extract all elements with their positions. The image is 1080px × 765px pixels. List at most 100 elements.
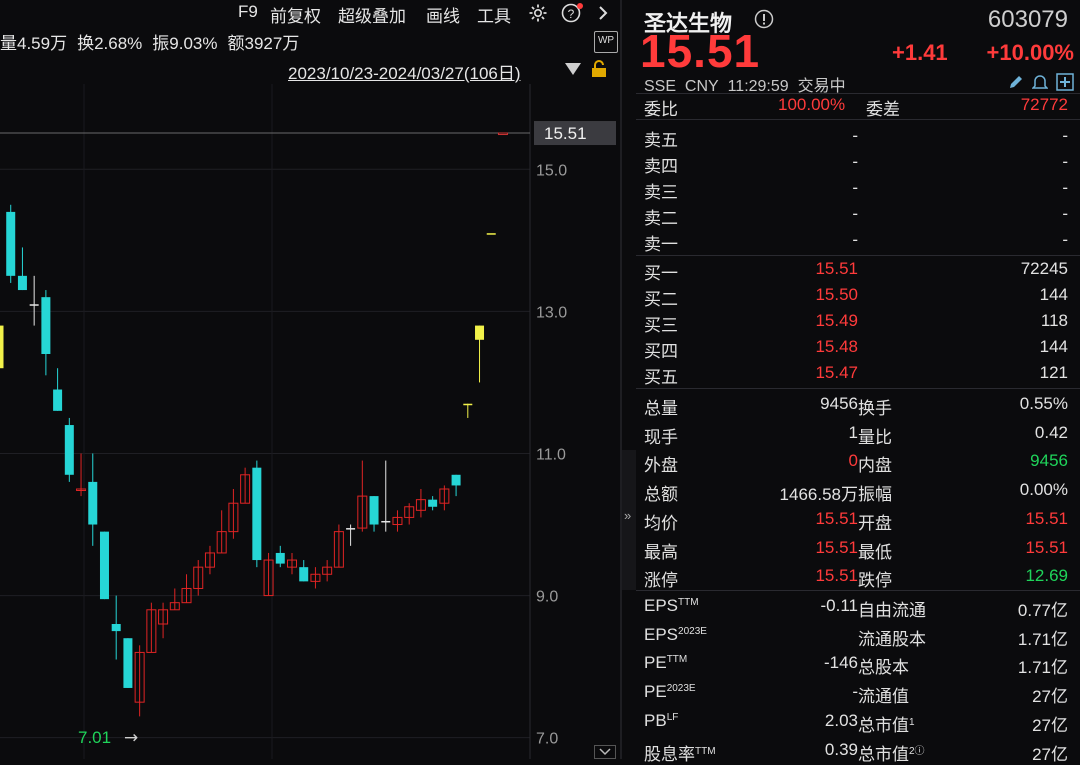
book-price: 15.49 — [815, 311, 858, 330]
overlay-button[interactable]: 超级叠加 — [338, 2, 406, 27]
ask-row[interactable]: 卖三 - - — [644, 174, 1068, 202]
stat-value: 1466.58万 — [779, 485, 858, 505]
fin-value: 27亿 — [1032, 715, 1068, 735]
chart-toolbar: F9 前复权 超级叠加 画线 工具 ? — [0, 0, 620, 26]
book-price: 15.48 — [815, 337, 858, 356]
fin-label: EPSTTM — [644, 596, 699, 615]
stat-label: 涨停 — [644, 571, 678, 591]
book-volume: 72245 — [1020, 259, 1068, 278]
stat-value: 0.42 — [1034, 422, 1068, 442]
candle-body — [475, 325, 485, 340]
candle-body — [6, 211, 16, 276]
fin-label: 总股本 — [858, 658, 909, 678]
stat-row: 最高 15.51 最低 15.51 — [644, 534, 1068, 562]
ask-row[interactable]: 卖一 - - — [644, 226, 1068, 254]
stat-value: 9456 — [820, 394, 858, 413]
stat-value: 12.69 — [1025, 566, 1068, 586]
candle-body — [463, 403, 473, 406]
book-volume: - — [1062, 126, 1068, 145]
stat-value: 15.51 — [815, 508, 858, 528]
stat-value: 1 — [848, 422, 858, 442]
ask-row[interactable]: 卖四 - - — [644, 148, 1068, 176]
stat-label: 最低 — [858, 542, 892, 562]
fin-label: PE2023E — [644, 682, 696, 702]
f9-button[interactable]: F9 — [238, 2, 258, 22]
stat-label: 跌停 — [858, 571, 892, 591]
candle-body — [346, 528, 356, 530]
chart-stats: 量4.59万 换2.68% 振9.03% 额3927万 — [0, 29, 309, 53]
candlestick-chart[interactable]: 15.0 13.0 11.0 9.0 7.0 15.51 7.01 → — [0, 84, 620, 759]
order-diff-label: 委差 — [866, 100, 900, 119]
candle-body — [381, 520, 391, 523]
gear-icon[interactable] — [528, 3, 548, 23]
bid-row[interactable]: 买二 15.50 144 — [644, 281, 1068, 309]
double-chevron-icon: » — [624, 508, 632, 523]
book-price: - — [852, 126, 858, 145]
fin-value: -146 — [823, 653, 858, 673]
dropdown-triangle-icon[interactable] — [564, 62, 582, 76]
chevron-right-icon[interactable] — [596, 4, 610, 22]
help-icon[interactable]: ? — [561, 2, 585, 24]
book-volume: - — [1062, 152, 1068, 171]
book-volume: 144 — [1039, 337, 1068, 356]
tools-button[interactable]: 工具 — [477, 2, 511, 27]
candle-body — [451, 474, 461, 486]
bid-row[interactable]: 买三 15.49 118 — [644, 307, 1068, 335]
y-tick-label: 13.0 — [536, 304, 567, 321]
panel-divider[interactable] — [620, 0, 622, 759]
kline-chart-panel[interactable]: F9 前复权 超级叠加 画线 工具 ? 量4.59万 换2.68% 振9.03% 额3… — [0, 0, 620, 759]
stat-turnover: 换2.68% — [77, 34, 143, 53]
candle-body — [64, 425, 74, 475]
candle-body — [88, 481, 98, 525]
candle-body — [428, 499, 438, 507]
fin-value: 0.77亿 — [1017, 601, 1068, 620]
stat-value: 0.00% — [1019, 480, 1068, 500]
candle-body — [275, 552, 285, 564]
stat-label: 总额 — [644, 485, 678, 505]
book-price: - — [852, 152, 858, 171]
fin-value: 0.39 — [824, 739, 858, 759]
draw-button[interactable]: 画线 — [426, 2, 460, 27]
bid-row[interactable]: 买五 15.47 121 — [644, 359, 1068, 387]
fin-label: 自由流通 — [858, 601, 926, 620]
stat-row: 总量 9456 换手 0.55% — [644, 390, 1068, 418]
bid-row[interactable]: 买四 15.48 144 — [644, 333, 1068, 361]
candle-body — [369, 496, 379, 525]
candle-body — [29, 304, 39, 306]
stat-label: 总量 — [644, 399, 678, 418]
stat-label: 内盘 — [858, 456, 892, 476]
stat-value: 15.51 — [815, 537, 858, 557]
bid-row[interactable]: 买一 15.51 72245 — [644, 255, 1068, 283]
svg-text:?: ? — [568, 7, 575, 21]
last-price-label: 15.51 — [544, 124, 587, 143]
low-arrow-icon: → — [124, 728, 138, 748]
fin-value: 2.03 — [824, 710, 858, 730]
stat-label: 开盘 — [858, 513, 892, 533]
wp-icon[interactable]: WP — [594, 31, 618, 53]
stat-row: 现手 1 量比 0.42 — [644, 419, 1068, 447]
fin-value: 27亿 — [1032, 744, 1068, 764]
chevron-down-icon[interactable] — [594, 745, 616, 759]
book-volume: 144 — [1039, 285, 1068, 304]
date-range-selector[interactable]: 2023/10/23-2024/03/27(106日) — [288, 59, 521, 84]
candle-body — [486, 233, 496, 235]
y-tick-label: 7.0 — [536, 731, 558, 748]
stat-value: 15.51 — [815, 566, 858, 586]
fin-value: 1.71亿 — [1017, 658, 1068, 678]
fin-label: PBLF — [644, 710, 679, 730]
fin-row: PBLF 2.03 总市值1 27亿 — [644, 707, 1068, 735]
order-ratio-label: 委比 — [644, 100, 678, 119]
panel-collapse-handle[interactable]: » — [622, 450, 636, 590]
stat-row: 均价 15.51 开盘 15.51 — [644, 505, 1068, 533]
lock-icon[interactable] — [591, 60, 607, 78]
book-price: 15.51 — [815, 259, 858, 278]
ask-row[interactable]: 卖二 - - — [644, 200, 1068, 228]
stat-label: 换手 — [858, 399, 892, 418]
ask-row[interactable]: 卖五 - - — [644, 122, 1068, 150]
adjust-button[interactable]: 前复权 — [270, 2, 321, 27]
fin-row: 股息率TTM 0.39 总市值2ⓘ 27亿 — [644, 736, 1068, 764]
y-tick-label: 15.0 — [536, 162, 567, 179]
fin-label: EPS2023E — [644, 624, 707, 644]
order-ratio-row: 委比 100.00% 委差 72772 — [644, 91, 1068, 119]
low-price-label: 7.01 — [78, 728, 111, 747]
